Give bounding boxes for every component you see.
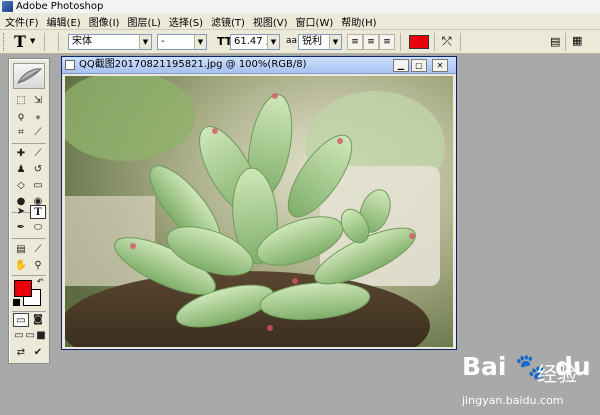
- chevron-down-icon: ▼: [139, 35, 151, 49]
- palette-dock-icon[interactable]: ▤: [550, 35, 560, 48]
- menu-filter[interactable]: 滤镜(T): [208, 14, 248, 29]
- gradient-tool-icon[interactable]: ▭: [30, 179, 46, 193]
- standard-mode-icon[interactable]: ▭: [13, 313, 29, 327]
- type-tool-icon[interactable]: T: [30, 205, 46, 219]
- font-family-value: 宋体: [72, 36, 92, 47]
- antialias-select[interactable]: 锐利 ▼: [298, 34, 342, 50]
- document-canvas[interactable]: [65, 76, 453, 347]
- default-colors-icon[interactable]: [13, 299, 20, 306]
- separator: [58, 33, 59, 51]
- full-screen-mode-icon[interactable]: ■: [33, 329, 49, 343]
- separator: [400, 33, 401, 51]
- chevron-down-icon: ▼: [194, 35, 206, 49]
- toolbox-separator: [12, 143, 46, 144]
- app-title-bar: Adobe Photoshop: [0, 0, 600, 13]
- font-family-select[interactable]: 宋体 ▼: [68, 34, 152, 50]
- eyedropper-tool-icon[interactable]: ⟋: [30, 243, 46, 257]
- adobe-feather-logo[interactable]: [13, 63, 45, 89]
- watermark-cn: 经验: [537, 362, 577, 386]
- quick-mask-mode-icon[interactable]: ◙: [30, 313, 46, 327]
- zoom-tool-icon[interactable]: ⚲: [30, 259, 46, 273]
- chevron-down-icon: ▼: [329, 35, 341, 49]
- toolbox-separator: [12, 238, 46, 239]
- jump-to-imageready-icon[interactable]: ⇄: [13, 346, 29, 360]
- document-file-icon: [65, 60, 75, 70]
- app-title: Adobe Photoshop: [16, 0, 104, 12]
- watermark-url: jingyan.baidu.com: [462, 394, 564, 407]
- slice-tool-icon[interactable]: ⟋: [30, 126, 46, 140]
- eraser-tool-icon[interactable]: ◇: [13, 179, 29, 193]
- notes-tool-icon[interactable]: ▤: [13, 243, 29, 257]
- pen-tool-icon[interactable]: ✒: [13, 221, 29, 235]
- menu-window[interactable]: 窗口(W): [293, 14, 337, 29]
- history-brush-tool-icon[interactable]: ↺: [30, 163, 46, 177]
- document-window[interactable]: QQ截图20170821195821.jpg @ 100%(RGB/8) ▁ ▢…: [61, 56, 457, 350]
- file-browser-icon[interactable]: ▦: [572, 34, 582, 47]
- font-style-value: -: [161, 36, 165, 47]
- brush-tool-icon[interactable]: ⟋: [30, 147, 46, 161]
- warp-text-icon[interactable]: ⤱: [442, 34, 452, 49]
- move-tool-icon[interactable]: ⇲: [30, 94, 46, 108]
- font-style-select[interactable]: - ▼: [157, 34, 207, 50]
- toolbox-panel: ⬚ ⇲ ϙ ⁎ ⌗ ⟋ ✚ ⟋ ♟ ↺ ◇ ▭ ● ◉ ➤ T ✒ ⬭ ▤ ⟋ …: [8, 58, 50, 364]
- path-selection-tool-icon[interactable]: ➤: [13, 205, 29, 219]
- menu-image[interactable]: 图像(I): [86, 14, 123, 29]
- crop-tool-icon[interactable]: ⌗: [13, 126, 29, 140]
- clone-stamp-tool-icon[interactable]: ♟: [13, 163, 29, 177]
- text-color-swatch[interactable]: [409, 35, 429, 49]
- menu-view[interactable]: 视图(V): [250, 14, 291, 29]
- menu-bar: 文件(F) 编辑(E) 图像(I) 图层(L) 选择(S) 滤镜(T) 视图(V…: [0, 13, 600, 30]
- swap-colors-icon[interactable]: ↶: [37, 277, 44, 286]
- foreground-color-swatch[interactable]: [14, 280, 32, 297]
- align-right-button[interactable]: ≡: [379, 34, 395, 50]
- align-left-button[interactable]: ≡: [347, 34, 363, 50]
- options-grip[interactable]: [3, 33, 6, 51]
- separator: [434, 33, 435, 51]
- photoshop-logo-icon: [2, 1, 13, 12]
- menu-file[interactable]: 文件(F): [2, 14, 42, 29]
- document-title: QQ截图20170821195821.jpg @ 100%(RGB/8): [79, 59, 307, 70]
- toolbox-separator: [12, 275, 46, 276]
- document-title-bar[interactable]: QQ截图20170821195821.jpg @ 100%(RGB/8) ▁ ▢…: [62, 57, 456, 74]
- tool-preset-chevron-icon[interactable]: ▼: [30, 37, 35, 45]
- edit-in-imageready-icon[interactable]: ✔: [30, 346, 46, 360]
- menu-select[interactable]: 选择(S): [166, 14, 206, 29]
- lasso-tool-icon[interactable]: ϙ: [13, 110, 29, 124]
- magic-wand-tool-icon[interactable]: ⁎: [30, 110, 46, 124]
- separator: [460, 33, 461, 51]
- toolbox-separator: [12, 311, 46, 312]
- minimize-button[interactable]: ▁: [393, 59, 409, 72]
- menu-help[interactable]: 帮助(H): [338, 14, 379, 29]
- chevron-down-icon: ▼: [267, 35, 279, 49]
- hand-tool-icon[interactable]: ✋: [13, 259, 29, 273]
- type-tool-preset-icon[interactable]: T: [14, 32, 26, 51]
- antialias-label: aa: [286, 36, 298, 46]
- separator: [565, 33, 566, 51]
- healing-brush-tool-icon[interactable]: ✚: [13, 147, 29, 161]
- align-center-button[interactable]: ≡: [363, 34, 379, 50]
- separator: [44, 33, 45, 51]
- maximize-button[interactable]: ▢: [411, 59, 427, 72]
- antialias-value: 锐利: [302, 36, 322, 47]
- baidu-jingyan-watermark: Bai 🐾 du 经验 jingyan.baidu.com: [462, 352, 594, 410]
- close-button[interactable]: ✕: [432, 59, 448, 72]
- menu-edit[interactable]: 编辑(E): [44, 14, 84, 29]
- tool-options-bar: T ▼ 宋体 ▼ - ▼ TT 61.47 点 ▼ aa 锐利 ▼ ≡ ≡ ≡ …: [0, 30, 600, 54]
- marquee-tool-icon[interactable]: ⬚: [13, 94, 29, 108]
- succulent-photo: [65, 76, 453, 347]
- shape-tool-icon[interactable]: ⬭: [30, 221, 46, 235]
- menu-layer[interactable]: 图层(L): [124, 14, 163, 29]
- font-size-select[interactable]: 61.47 点 ▼: [230, 34, 280, 50]
